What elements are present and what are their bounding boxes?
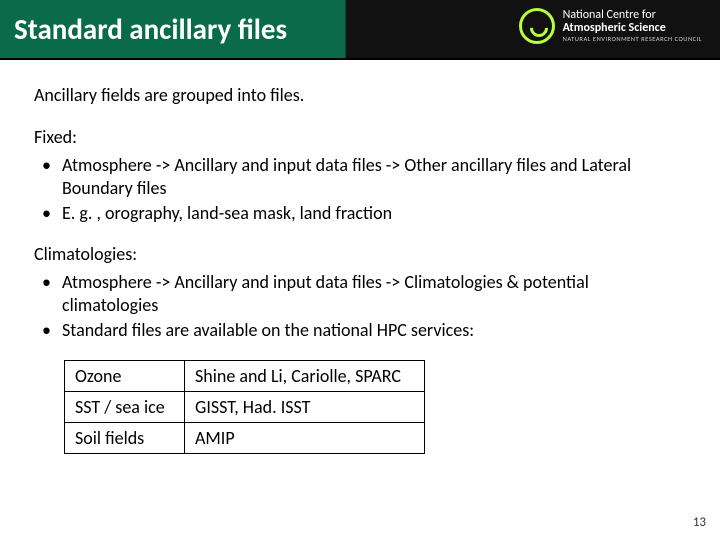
climatologies-bullets: Atmosphere -> Ancillary and input data f… bbox=[34, 271, 686, 342]
fixed-bullets: Atmosphere -> Ancillary and input data f… bbox=[34, 154, 686, 225]
table-row: Ozone Shine and Li, Cariolle, SPARC bbox=[65, 361, 425, 392]
slide-body: Ancillary fields are grouped into files.… bbox=[0, 60, 720, 454]
table-cell: GISST, Had. ISST bbox=[185, 392, 425, 423]
table-cell: AMIP bbox=[185, 423, 425, 454]
list-item: Atmosphere -> Ancillary and input data f… bbox=[38, 154, 686, 200]
logo-line2: Atmospheric Science bbox=[563, 22, 702, 35]
swirl-icon bbox=[519, 8, 555, 44]
org-logo: National Centre for Atmospheric Science … bbox=[519, 8, 702, 44]
logo-text: National Centre for Atmospheric Science … bbox=[563, 9, 702, 43]
climatologies-heading: Climatologies: bbox=[34, 243, 686, 265]
slide-title: Standard ancillary files bbox=[14, 11, 287, 47]
table-cell: Ozone bbox=[65, 361, 185, 392]
list-item: Standard files are available on the nati… bbox=[38, 319, 686, 342]
logo-line1: National Centre for bbox=[563, 9, 702, 22]
page-number: 13 bbox=[693, 515, 706, 530]
logo-line3: NATURAL ENVIRONMENT RESEARCH COUNCIL bbox=[563, 36, 702, 43]
list-item: E. g. , orography, land-sea mask, land f… bbox=[38, 202, 686, 225]
table-row: Soil fields AMIP bbox=[65, 423, 425, 454]
intro-text: Ancillary fields are grouped into files. bbox=[34, 84, 686, 106]
table-cell: SST / sea ice bbox=[65, 392, 185, 423]
table-cell: Soil fields bbox=[65, 423, 185, 454]
climatology-table: Ozone Shine and Li, Cariolle, SPARC SST … bbox=[64, 360, 425, 454]
table-cell: Shine and Li, Cariolle, SPARC bbox=[185, 361, 425, 392]
table-row: SST / sea ice GISST, Had. ISST bbox=[65, 392, 425, 423]
fixed-heading: Fixed: bbox=[34, 126, 686, 148]
list-item: Atmosphere -> Ancillary and input data f… bbox=[38, 271, 686, 317]
